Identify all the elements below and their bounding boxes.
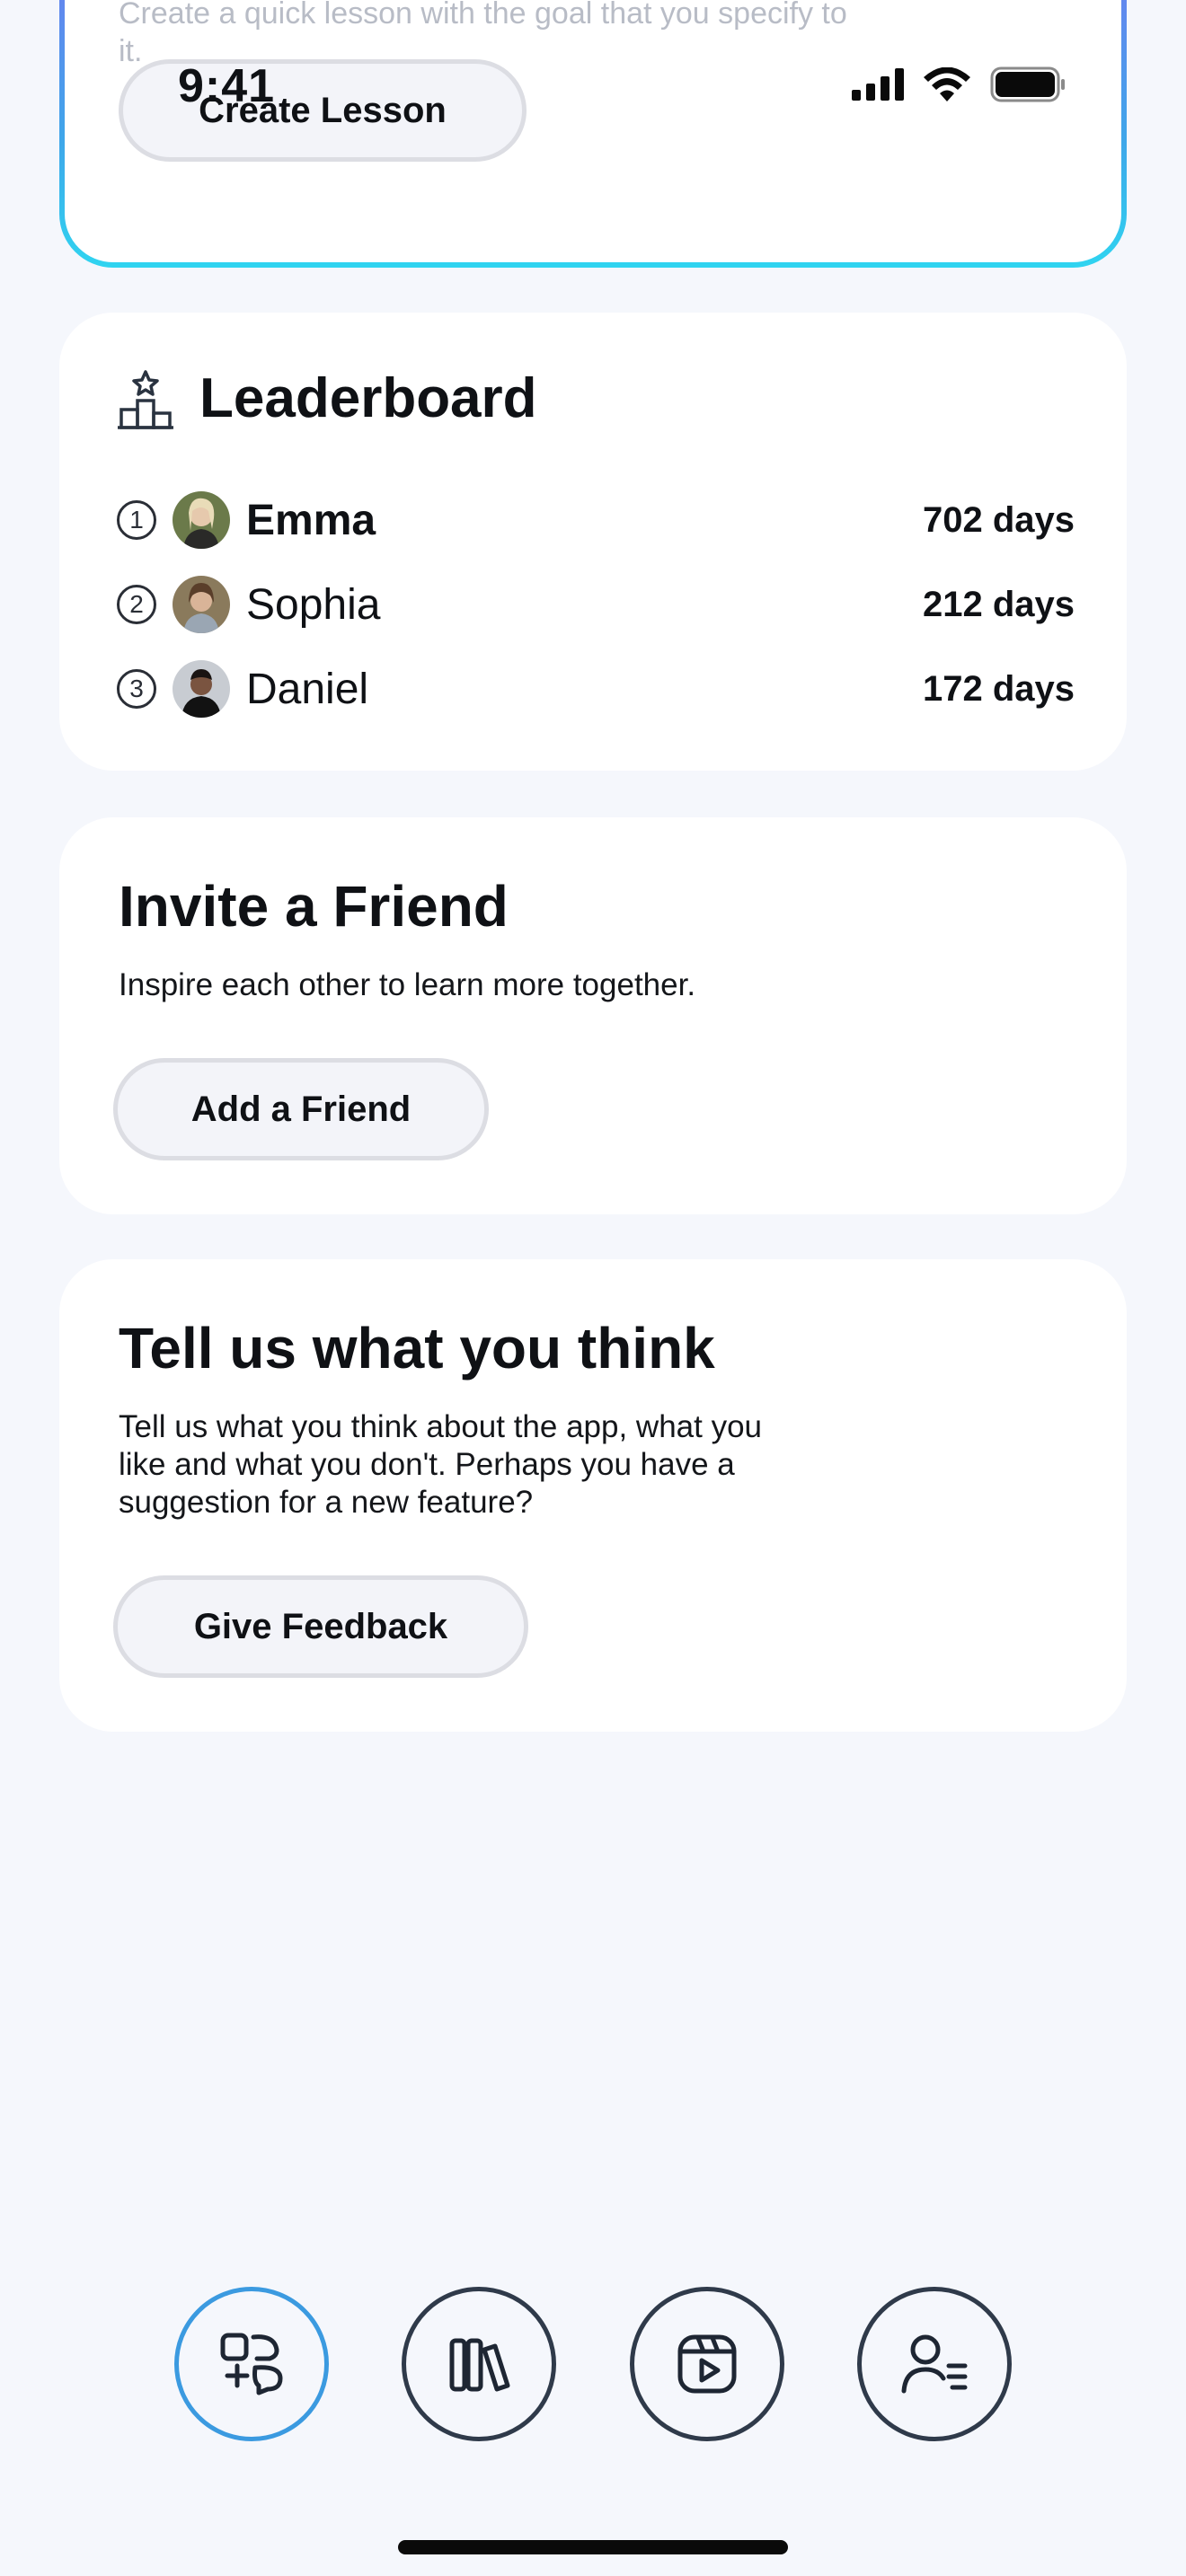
- rank-badge: 3: [117, 669, 156, 709]
- leaderboard-value: 172 days: [922, 668, 1075, 709]
- add-friend-button[interactable]: Add a Friend: [113, 1058, 489, 1160]
- feedback-card: Tell us what you think Tell us what you …: [59, 1259, 1127, 1732]
- feedback-text: Tell us what you think about the app, wh…: [119, 1409, 763, 1520]
- rank-badge: 1: [117, 500, 156, 540]
- create-lesson-card: Create a quick lesson with the goal that…: [59, 0, 1127, 268]
- leaderboard-value: 212 days: [922, 584, 1075, 624]
- leaderboard-card[interactable]: Leaderboard 1 Emma 702 days 2 Sophia 212…: [59, 313, 1127, 771]
- leaderboard-name: Emma: [246, 496, 376, 544]
- status-time: 9:41: [178, 60, 276, 112]
- podium-star-icon: [118, 369, 173, 429]
- invite-title: Invite a Friend: [119, 874, 509, 939]
- video-icon: [677, 2334, 737, 2394]
- rank-badge: 2: [117, 585, 156, 624]
- leaderboard-row[interactable]: 1 Emma 702 days: [117, 490, 1075, 550]
- leaderboard-row[interactable]: 2 Sophia 212 days: [117, 575, 1075, 634]
- profile-icon: [901, 2334, 968, 2394]
- nav-video-button[interactable]: [629, 2287, 784, 2441]
- leaderboard-name: Daniel: [246, 665, 369, 713]
- status-icons: [852, 66, 1066, 102]
- leaderboard-row[interactable]: 3 Daniel 172 days: [117, 659, 1075, 719]
- bottom-nav: [174, 2287, 1012, 2443]
- status-bar: 9:41: [0, 47, 1186, 126]
- leaderboard-name: Sophia: [246, 580, 381, 629]
- nav-profile-button[interactable]: [856, 2287, 1012, 2441]
- give-feedback-button[interactable]: Give Feedback: [113, 1575, 528, 1678]
- leaderboard-title: Leaderboard: [199, 367, 537, 429]
- battery-icon: [990, 66, 1065, 102]
- avatar: [173, 576, 230, 633]
- app-screen: 9:41 Create a quick lesson with the goal…: [0, 0, 1186, 2576]
- invite-text: Inspire each other to learn more togethe…: [119, 967, 696, 1002]
- leaderboard-header: Leaderboard: [117, 366, 537, 430]
- invite-card: Invite a Friend Inspire each other to le…: [59, 817, 1127, 1214]
- library-icon: [449, 2338, 510, 2392]
- avatar: [173, 491, 230, 549]
- feedback-title: Tell us what you think: [119, 1316, 715, 1381]
- nav-learn-button[interactable]: [174, 2287, 329, 2441]
- cellular-signal-icon: [852, 68, 904, 101]
- nav-library-button[interactable]: [402, 2287, 557, 2441]
- learn-chat-icon: [220, 2333, 283, 2395]
- wifi-icon: [924, 67, 970, 101]
- leaderboard-value: 702 days: [922, 499, 1075, 540]
- home-indicator: [398, 2540, 788, 2554]
- avatar: [173, 660, 230, 718]
